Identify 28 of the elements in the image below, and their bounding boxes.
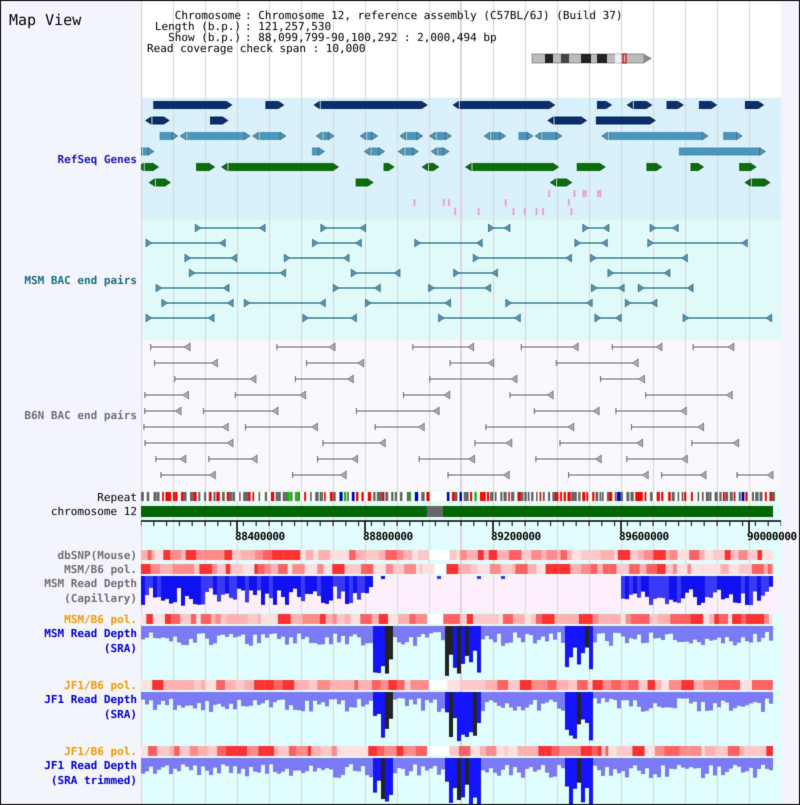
info-label: Length (b.p.): [154, 21, 242, 32]
track-label: MSM Read Depth (SRA): [44, 626, 137, 656]
track-label: dbSNP(Mouse): [58, 548, 137, 562]
track-label: chromosome 12: [50, 504, 137, 518]
chromosome-ideogram-icon: [531, 53, 653, 64]
track-label: JF1/B6 pol.: [64, 678, 137, 692]
track-label: MSM/B6 pol.: [64, 562, 137, 576]
track-label: MSM BAC end pairs: [24, 272, 137, 288]
axis-tick-label: 90000000: [747, 529, 797, 545]
axis-tick-label: 88800000: [363, 529, 413, 545]
track-label: JF1 Read Depth (SRA): [44, 692, 137, 722]
info-value: : 121,257,530: [245, 21, 332, 32]
axis-tick-label: 89200000: [491, 529, 541, 545]
track-label: Repeat: [97, 490, 137, 505]
info-label: Show (b.p.): [168, 32, 241, 43]
track-label: RefSeq Genes: [58, 152, 137, 166]
coverage-span-text: Read coverage check span : 10,000: [147, 43, 366, 54]
track-label: JF1/B6 pol.: [64, 744, 137, 758]
axis-tick-label: 88400000: [235, 529, 285, 545]
track-label: B6N BAC end pairs: [24, 408, 137, 422]
track-label: MSM Read Depth (Capillary): [44, 576, 137, 606]
info-value: : 88,099,799-90,100,292 : 2,000,494 bp: [245, 32, 498, 43]
info-label: Chromosome: [174, 10, 242, 21]
info-value: : Chromosome 12, reference assembly (C57BL/6J) (Build 37): [245, 10, 622, 21]
track-label: MSM/B6 pol.: [64, 612, 137, 626]
view-title: Map View: [9, 11, 82, 29]
track-label: JF1 Read Depth (SRA trimmed): [44, 758, 137, 788]
axis-tick-label: 89600000: [619, 529, 669, 545]
